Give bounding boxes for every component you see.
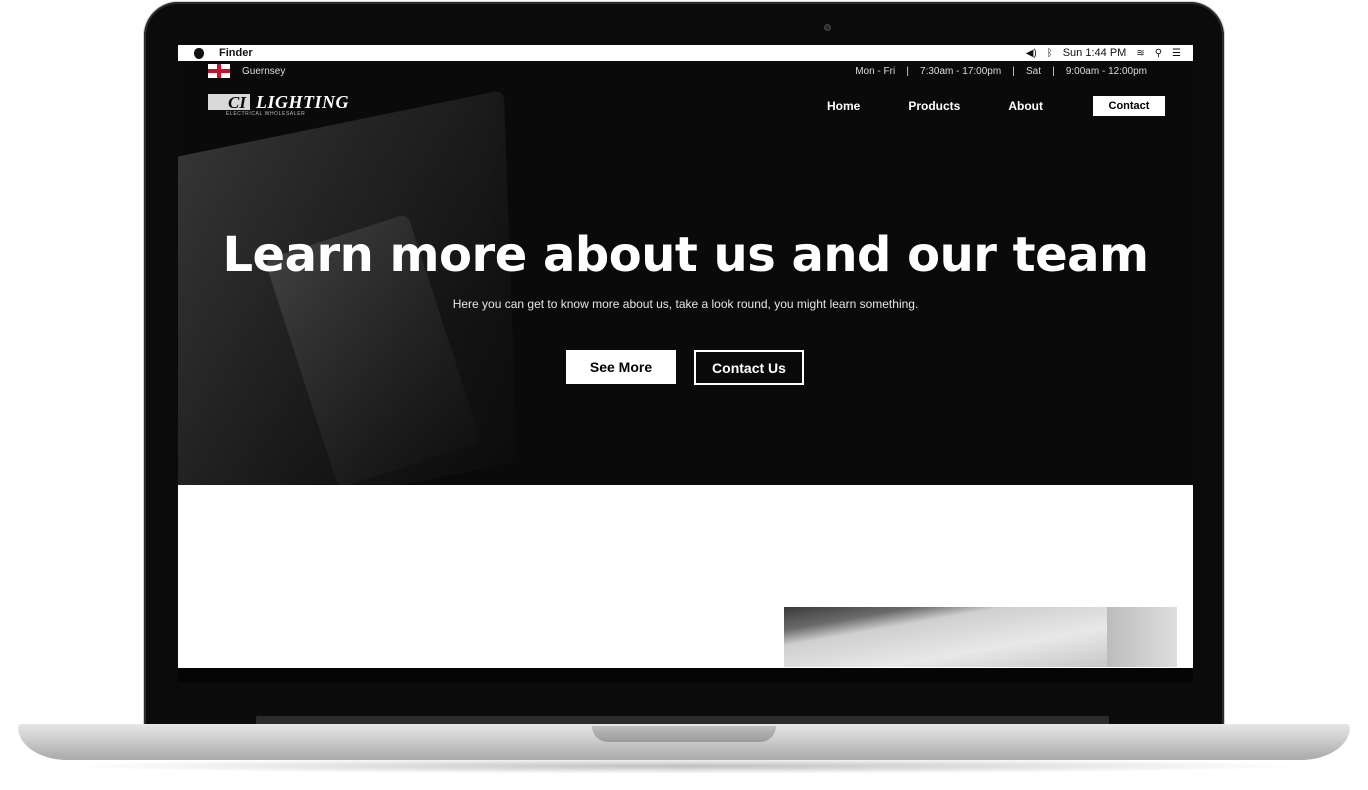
guernsey-flag-icon: [208, 64, 230, 78]
opening-hours: Mon - Fri | 7:30am - 17:00pm | Sat | 9:0…: [855, 66, 1147, 77]
nav-about[interactable]: About: [1008, 99, 1043, 113]
list-icon[interactable]: ☰: [1172, 48, 1181, 59]
screen-bezel: [178, 668, 1193, 682]
main-nav: Home Products About Contact: [779, 96, 1165, 116]
photo-wall: [1107, 607, 1177, 667]
logo-name: LIGHTING: [256, 92, 349, 112]
info-topbar: Guernsey Mon - Fri | 7:30am - 17:00pm | …: [178, 61, 1193, 83]
search-icon[interactable]: ⚲: [1155, 48, 1162, 59]
contact-us-button[interactable]: Contact Us: [694, 350, 804, 385]
logo-mark: CI: [228, 93, 246, 112]
laptop-shadow: [60, 758, 1310, 774]
screen: Finder ◀) ᛒ Sun 1:44 PM ≋ ⚲ ☰ Guernsey M…: [178, 45, 1193, 668]
content-section: [178, 485, 1193, 668]
menubar-clock[interactable]: Sun 1:44 PM: [1063, 47, 1127, 59]
see-more-button[interactable]: See More: [566, 350, 676, 384]
hero-title: Learn more about us and our team: [222, 227, 1149, 283]
mac-menubar: Finder ◀) ᛒ Sun 1:44 PM ≋ ⚲ ☰: [178, 45, 1193, 61]
camera-icon: [824, 24, 831, 31]
site-logo[interactable]: CI LIGHTING ELECTRICAL WHOLESALER: [208, 92, 353, 120]
office-photo: [784, 607, 1177, 667]
nav-home[interactable]: Home: [827, 99, 860, 113]
apple-icon[interactable]: [194, 47, 204, 59]
nav-contact-button[interactable]: Contact: [1093, 96, 1165, 116]
laptop-notch: [592, 726, 776, 742]
menubar-app-name[interactable]: Finder: [219, 47, 253, 59]
website: Guernsey Mon - Fri | 7:30am - 17:00pm | …: [178, 61, 1193, 485]
bluetooth-icon[interactable]: ᛒ: [1047, 48, 1053, 59]
volume-icon[interactable]: ◀): [1026, 48, 1037, 59]
location-label: Guernsey: [242, 66, 286, 77]
wifi-icon[interactable]: ≋: [1136, 48, 1144, 59]
menubar-status-area: ◀) ᛒ Sun 1:44 PM ≋ ⚲ ☰: [1026, 47, 1181, 59]
logo-tagline: ELECTRICAL WHOLESALER: [226, 111, 306, 117]
nav-products[interactable]: Products: [908, 99, 960, 113]
hero-subtitle: Here you can get to know more about us, …: [452, 297, 919, 311]
